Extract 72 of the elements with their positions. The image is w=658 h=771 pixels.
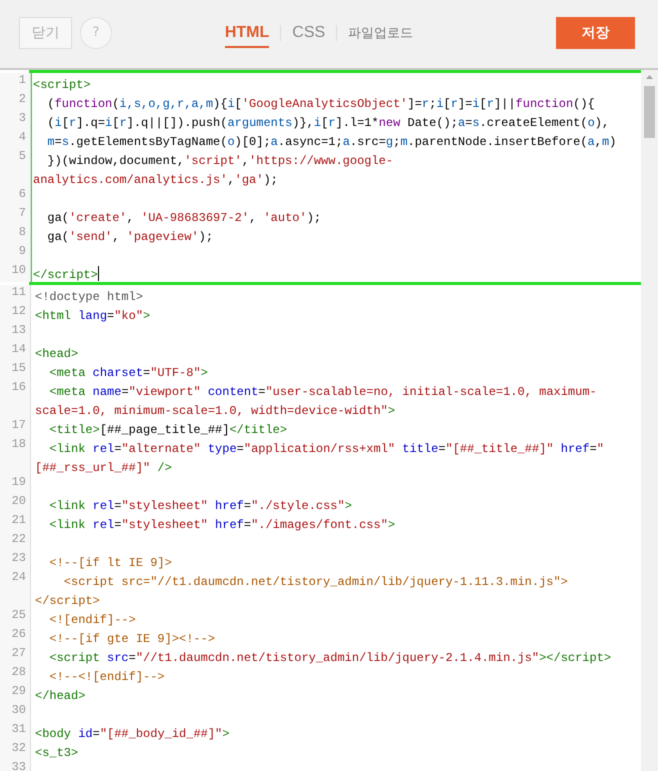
- code-line: <link rel="stylesheet" href="./images/font.css">: [48, 518, 396, 532]
- close-button[interactable]: 닫기: [19, 16, 72, 48]
- line-number: 15: [10, 361, 27, 377]
- tab[interactable]: HTML: [224, 18, 270, 48]
- code-line: [##_rss_url_##]" />: [35, 461, 172, 475]
- line-number: 8: [18, 225, 27, 241]
- scrollbar[interactable]: [641, 70, 658, 771]
- line-number: 33: [10, 760, 27, 771]
- help-button[interactable]: ?: [80, 16, 112, 48]
- save-button[interactable]: 저장: [556, 16, 635, 48]
- line-number: 1: [18, 73, 27, 89]
- line-number: 9: [18, 244, 27, 260]
- code-line: <link rel="stylesheet" href="./style.css">: [48, 499, 352, 513]
- code-line: <![endif]-->: [48, 613, 136, 627]
- code-line: m=s.getElementsByTagName(o)[0];a.async=1;a.src=g;m.parentNode.insertBefore(a,m): [46, 135, 616, 149]
- line-number: 26: [10, 627, 27, 643]
- line-number: 17: [10, 418, 27, 434]
- line-number: 23: [10, 551, 27, 567]
- line-number: 7: [18, 206, 27, 222]
- line-number: 14: [10, 342, 27, 358]
- code-line: <!--<![endif]-->: [48, 670, 165, 684]
- code-line: </script>: [33, 268, 98, 282]
- line-number: 27: [10, 646, 27, 662]
- code-line: <body id="[##_body_id_##]">: [35, 727, 230, 741]
- code-line: })(window,document,'script','https://www.google-: [46, 154, 394, 168]
- code-line: <head>: [35, 347, 78, 361]
- code-line: <script src="//t1.daumcdn.net/tistory_admin/lib/jquery-2.1.4.min.js"></script>: [48, 651, 612, 665]
- line-number: 5: [18, 149, 27, 165]
- scroll-up-icon[interactable]: [646, 75, 653, 79]
- line-number: 25: [10, 608, 27, 624]
- line-number: 10: [10, 263, 27, 279]
- line-number: 11: [10, 285, 27, 301]
- code-line: <meta name="viewport" content="user-scalable=no, initial-scale=1.0, maximum-: [48, 385, 597, 399]
- tab[interactable]: 파일업로드: [348, 18, 414, 48]
- scroll-thumb[interactable]: [644, 86, 655, 138]
- line-number: 2: [18, 92, 27, 108]
- line-number: 19: [10, 475, 27, 491]
- code-line: <meta charset="UTF-8">: [48, 366, 208, 380]
- code-line: </script>: [35, 594, 100, 608]
- line-number: 29: [10, 684, 27, 700]
- line-number: 18: [10, 437, 27, 453]
- line-number: 16: [10, 380, 27, 396]
- code-line: <script>: [33, 78, 91, 92]
- line-number: 32: [10, 741, 27, 757]
- line-number: 30: [10, 703, 27, 719]
- line-number: 31: [10, 722, 27, 738]
- code-line: scale=1.0, minimum-scale=1.0, width=device-width">: [35, 404, 396, 418]
- code-line: ga('create', 'UA-98683697-2', 'auto');: [46, 211, 322, 225]
- code-line: <script src="//t1.daumcdn.net/tistory_admin/lib/jquery-1.11.3.min.js">: [62, 575, 568, 589]
- line-number: 6: [18, 187, 27, 203]
- code-line: ga('send', 'pageview');: [46, 230, 214, 244]
- code-line: (function(i,s,o,g,r,a,m){i['GoogleAnalyticsObject']=r;i[r]=i[r]||function(){: [46, 97, 595, 111]
- line-number: 13: [10, 323, 27, 339]
- code-line: </head>: [35, 689, 86, 703]
- code-line: <link rel="alternate" type="application/rss+xml" title="[##_title_##]" href=": [48, 442, 604, 456]
- code-line: (i[r].q=i[r].q||[]).push(arguments)},i[r].l=1*new Date();a=s.createElement(o),: [46, 116, 610, 130]
- line-number: 22: [10, 532, 27, 548]
- code-line: <title>[##_page_title_##]</title>: [48, 423, 288, 437]
- line-number: 28: [10, 665, 27, 681]
- tab[interactable]: CSS: [292, 18, 326, 48]
- line-number: 12: [10, 304, 27, 320]
- code-line: <html lang="ko">: [35, 309, 150, 323]
- line-number: 21: [10, 513, 27, 529]
- line-number: 20: [10, 494, 27, 510]
- code-line: <!--[if lt IE 9]>: [48, 556, 172, 570]
- line-number: 24: [10, 570, 27, 586]
- code-line: analytics.com/analytics.js','ga');: [33, 173, 278, 187]
- line-number: 3: [18, 111, 27, 127]
- code-line: <!doctype html>: [35, 290, 144, 304]
- code-line: <s_t3>: [35, 746, 78, 760]
- code-line: <!--[if gte IE 9]><!-->: [48, 632, 216, 646]
- line-number: 4: [18, 130, 27, 146]
